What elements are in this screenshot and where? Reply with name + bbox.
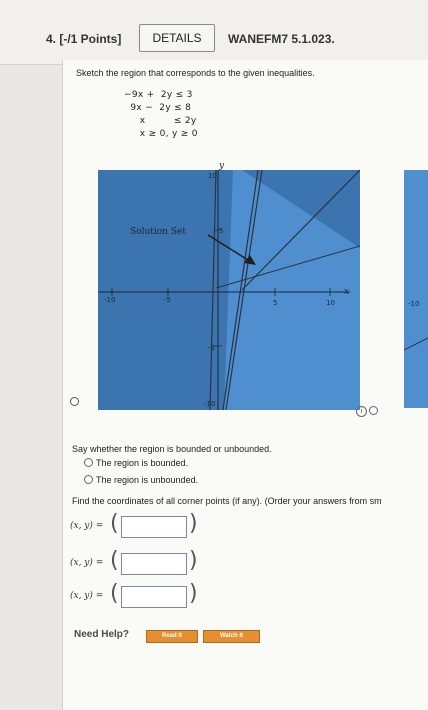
- open-paren: (: [110, 548, 119, 573]
- close-paren: ): [189, 581, 198, 606]
- corner-point-1-label: (x, y) =: [70, 521, 104, 531]
- inequality-1: −9x + 2y ≤ 3: [124, 90, 193, 100]
- y-tick-label-neg-five: -5: [208, 344, 215, 352]
- unbounded-option-label[interactable]: The region is unbounded.: [96, 475, 198, 485]
- open-paren: (: [110, 581, 119, 606]
- y-tick-label-top: 10: [208, 172, 217, 180]
- close-paren: ): [189, 548, 198, 573]
- corner-point-2-input[interactable]: [121, 553, 187, 575]
- y-axis-label: y: [218, 161, 225, 171]
- graph-option-2-radio[interactable]: [369, 406, 378, 415]
- bounded-option-label[interactable]: The region is bounded.: [96, 458, 188, 468]
- question-prompt: Sketch the region that corresponds to th…: [76, 68, 315, 78]
- question-code: WANEFM7 5.1.023.: [228, 32, 335, 46]
- y-tick-label-bottom: -10: [204, 400, 215, 408]
- region-graph[interactable]: y x Solution Set 10 5 -5 -10 -10 -5 5 10: [98, 160, 360, 410]
- corner-points-instruction: Find the coordinates of all corner point…: [72, 496, 382, 506]
- region-graph-option-2[interactable]: -10: [404, 170, 428, 408]
- bounded-question: Say whether the region is bounded or unb…: [72, 444, 272, 454]
- bounded-radio[interactable]: [84, 458, 93, 467]
- question-header: 4. [-/1 Points] DETAILS WANEFM7 5.1.023.: [0, 0, 428, 65]
- option-2-region: [404, 170, 428, 408]
- corner-point-2-label: (x, y) =: [70, 558, 104, 568]
- close-paren: ): [189, 511, 198, 536]
- inequality-4: x ≥ 0, y ≥ 0: [124, 129, 198, 139]
- x-tick-label-neg-five: -5: [164, 296, 171, 304]
- open-paren: (: [110, 511, 119, 536]
- graph-option-1-radio[interactable]: [70, 397, 79, 406]
- corner-point-1-input[interactable]: [121, 516, 187, 538]
- solution-set-label: Solution Set: [130, 227, 186, 237]
- need-help-label: Need Help?: [74, 629, 130, 640]
- question-number: 4. [-/1 Points]: [46, 32, 122, 46]
- x-tick-label-five: 5: [273, 299, 277, 307]
- corner-point-3-input[interactable]: [121, 586, 187, 608]
- y-tick-label-five: 5: [219, 227, 223, 235]
- details-button[interactable]: DETAILS: [139, 24, 215, 52]
- corner-point-3-label: (x, y) =: [70, 591, 104, 601]
- x-axis-label: x: [344, 287, 349, 297]
- inequality-2: 9x − 2y ≤ 8: [124, 103, 192, 113]
- info-icon[interactable]: i: [356, 406, 367, 417]
- watch-it-button[interactable]: Watch It: [203, 630, 260, 643]
- inequality-3: x ≤ 2y: [124, 116, 197, 126]
- read-it-button[interactable]: Read It: [146, 630, 198, 643]
- x-tick-label-left: -10: [104, 296, 115, 304]
- unbounded-radio[interactable]: [84, 475, 93, 484]
- option-2-tick-label: -10: [408, 300, 419, 308]
- x-tick-label-right: 10: [326, 299, 335, 307]
